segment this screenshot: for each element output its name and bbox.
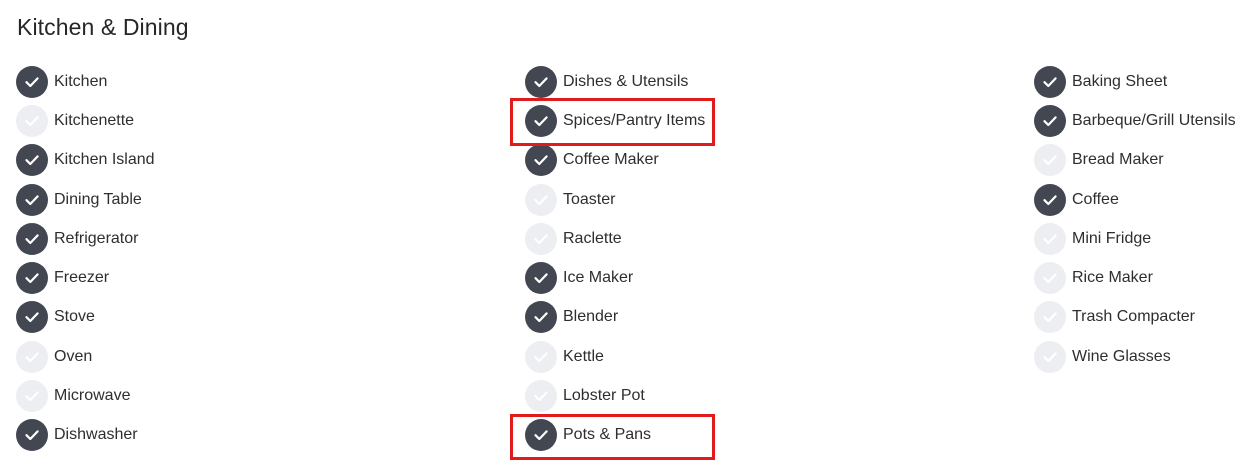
- amenity-label: Barbeque/Grill Utensils: [1072, 111, 1236, 129]
- checkmark-circle-icon: [525, 301, 557, 334]
- amenity-label: Wine Glasses: [1072, 347, 1171, 365]
- amenity-label: Ice Maker: [563, 269, 634, 287]
- amenity-label: Freezer: [54, 269, 110, 287]
- amenity-item-ice-maker: Ice Maker: [525, 258, 705, 297]
- checkmark-circle-muted-icon: [1034, 262, 1066, 295]
- amenity-label: Toaster: [563, 190, 616, 208]
- amenity-label: Bread Maker: [1072, 151, 1164, 169]
- amenity-item-trash-compacter: Trash Compacter: [1034, 298, 1236, 337]
- amenity-label: Rice Maker: [1072, 269, 1153, 287]
- amenity-item-blender: Blender: [525, 298, 705, 337]
- amenity-item-coffee: Coffee: [1034, 180, 1236, 219]
- checkmark-circle-icon: [1034, 183, 1066, 216]
- checkmark-circle-muted-icon: [1034, 144, 1066, 177]
- checkmark-circle-muted-icon: [1034, 340, 1066, 373]
- checkmark-circle-muted-icon: [1034, 301, 1066, 334]
- amenity-item-dishwasher: Dishwasher: [16, 416, 155, 455]
- checkmark-circle-icon: [16, 222, 48, 255]
- checkmark-circle-muted-icon: [525, 183, 557, 216]
- amenity-item-toaster: Toaster: [525, 180, 705, 219]
- checkmark-circle-icon: [1034, 104, 1066, 137]
- amenity-label: Baking Sheet: [1072, 72, 1168, 90]
- checkmark-circle-icon: [525, 262, 557, 295]
- checkmark-circle-muted-icon: [525, 340, 557, 373]
- checkmark-circle-icon: [525, 144, 557, 177]
- amenity-item-kitchen-island: Kitchen Island: [16, 141, 155, 180]
- amenity-label: Trash Compacter: [1072, 308, 1195, 326]
- amenity-label: Blender: [563, 308, 619, 326]
- amenity-label: Kitchen Island: [54, 151, 155, 169]
- amenity-label: Coffee Maker: [563, 151, 659, 169]
- amenity-item-kitchenette: Kitchenette: [16, 101, 155, 140]
- checkmark-circle-muted-icon: [16, 380, 48, 413]
- amenity-item-pots-and-pans: Pots & Pans: [525, 416, 705, 455]
- checkmark-circle-muted-icon: [1034, 222, 1066, 255]
- checkmark-circle-icon: [525, 104, 557, 137]
- amenity-item-oven: Oven: [16, 337, 155, 376]
- amenity-label: Kitchen: [54, 72, 108, 90]
- amenity-label: Dining Table: [54, 190, 142, 208]
- checkmark-circle-icon: [525, 65, 557, 98]
- amenity-label: Kitchenette: [54, 111, 135, 129]
- amenity-label: Raclette: [563, 229, 622, 247]
- amenity-item-kettle: Kettle: [525, 337, 705, 376]
- kitchen-dining-section: Kitchen & Dining Kitchen Kitchenette Kitch…: [0, 0, 1256, 469]
- section-title: Kitchen & Dining: [17, 14, 189, 40]
- checkmark-circle-icon: [16, 262, 48, 295]
- amenity-label: Dishwasher: [54, 426, 138, 444]
- amenity-label: Microwave: [54, 387, 131, 405]
- checkmark-circle-icon: [16, 301, 48, 334]
- amenity-item-barbeque-grill-utensils: Barbeque/Grill Utensils: [1034, 101, 1236, 140]
- checkmark-circle-icon: [16, 144, 48, 177]
- amenity-label: Dishes & Utensils: [563, 72, 689, 90]
- amenity-label: Oven: [54, 347, 93, 365]
- amenity-item-raclette: Raclette: [525, 219, 705, 258]
- amenity-label: Pots & Pans: [563, 426, 652, 444]
- amenity-item-rice-maker: Rice Maker: [1034, 258, 1236, 297]
- amenity-item-mini-fridge: Mini Fridge: [1034, 219, 1236, 258]
- amenity-item-dishes-and-utensils: Dishes & Utensils: [525, 62, 705, 101]
- amenity-item-refrigerator: Refrigerator: [16, 219, 155, 258]
- checkmark-circle-muted-icon: [16, 104, 48, 137]
- amenity-item-freezer: Freezer: [16, 258, 155, 297]
- checkmark-circle-muted-icon: [525, 222, 557, 255]
- amenity-item-spices-pantry-items: Spices/Pantry Items: [525, 101, 705, 140]
- amenity-label: Spices/Pantry Items: [563, 111, 706, 129]
- checkmark-circle-muted-icon: [525, 380, 557, 413]
- checkmark-circle-icon: [16, 419, 48, 452]
- amenity-column-3: Baking Sheet Barbeque/Grill Utensils Bread…: [1034, 62, 1236, 376]
- amenity-label: Coffee: [1072, 190, 1119, 208]
- amenity-item-baking-sheet: Baking Sheet: [1034, 62, 1236, 101]
- amenity-label: Mini Fridge: [1072, 229, 1152, 247]
- amenity-label: Kettle: [563, 347, 604, 365]
- checkmark-circle-icon: [16, 65, 48, 98]
- amenity-item-wine-glasses: Wine Glasses: [1034, 337, 1236, 376]
- amenity-column-2: Dishes & Utensils Spices/Pantry Items Coff…: [525, 62, 705, 455]
- amenity-item-bread-maker: Bread Maker: [1034, 141, 1236, 180]
- checkmark-circle-muted-icon: [16, 340, 48, 373]
- amenity-item-lobster-pot: Lobster Pot: [525, 376, 705, 415]
- checkmark-circle-icon: [1034, 65, 1066, 98]
- amenity-item-coffee-maker: Coffee Maker: [525, 141, 705, 180]
- checkmark-circle-icon: [16, 183, 48, 216]
- amenity-label: Stove: [54, 308, 95, 326]
- amenity-item-dining-table: Dining Table: [16, 180, 155, 219]
- checkmark-circle-icon: [525, 419, 557, 452]
- amenity-label: Lobster Pot: [563, 387, 645, 405]
- amenity-item-kitchen: Kitchen: [16, 62, 155, 101]
- amenity-item-stove: Stove: [16, 298, 155, 337]
- amenity-label: Refrigerator: [54, 229, 139, 247]
- amenity-item-microwave: Microwave: [16, 376, 155, 415]
- amenity-column-1: Kitchen Kitchenette Kitchen Island Dining T…: [16, 62, 155, 455]
